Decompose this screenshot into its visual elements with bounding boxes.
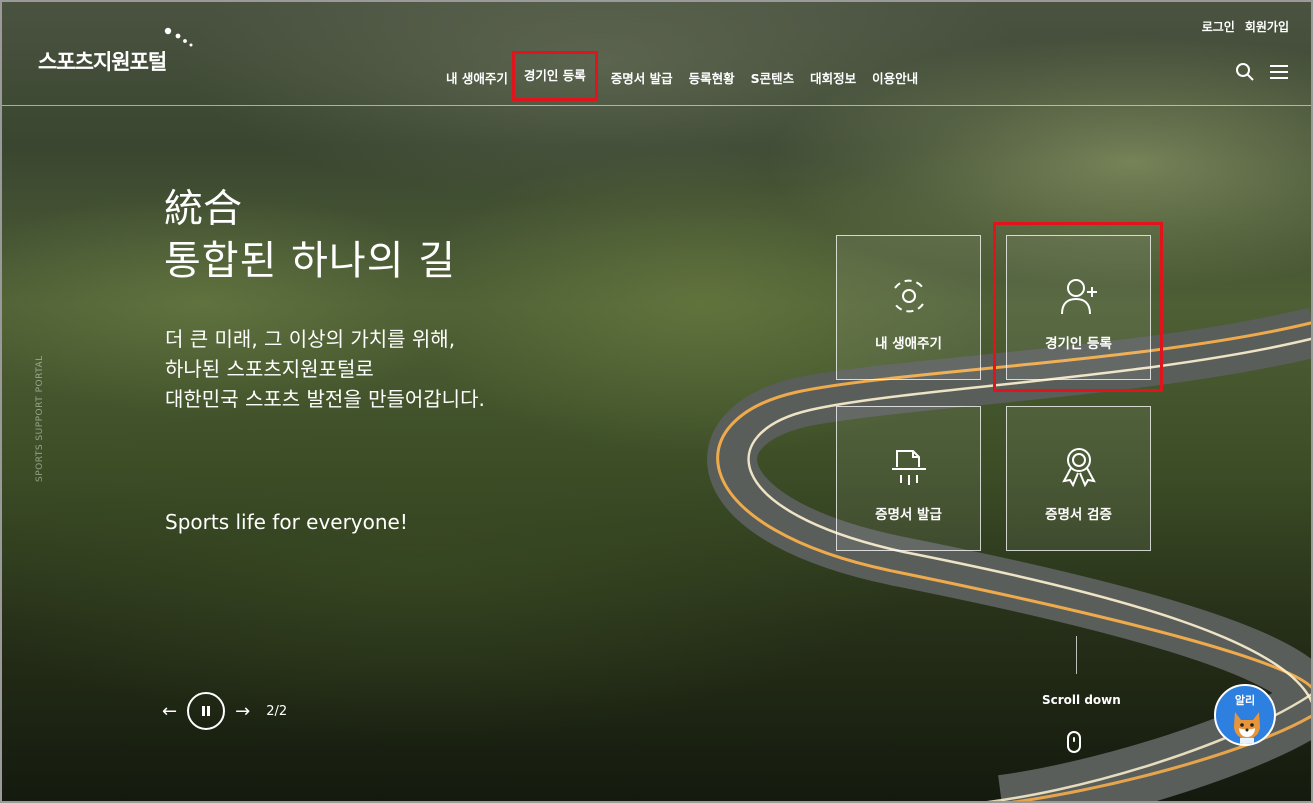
signup-link[interactable]: 회원가입 xyxy=(1245,18,1289,35)
tile-certificate-issue[interactable]: 증명서 발급 xyxy=(836,406,981,551)
hero-desc-line: 하나된 스포츠지원포털로 xyxy=(165,357,374,381)
prev-arrow-icon[interactable]: ← xyxy=(162,701,177,722)
tile-label: 경기인 등록 xyxy=(1045,336,1112,352)
award-icon xyxy=(1061,448,1096,488)
chatbot-button[interactable]: 알리 xyxy=(1214,684,1276,746)
top-links: 로그인 회원가입 xyxy=(1202,18,1289,35)
scroll-line xyxy=(1076,636,1077,674)
hero-slogan: Sports life for everyone! xyxy=(165,510,408,534)
tile-label: 내 생애주기 xyxy=(875,336,942,352)
user-add-icon xyxy=(1060,279,1097,315)
lifecycle-icon xyxy=(893,279,924,313)
nav-athlete-registration[interactable]: 경기인 등록 xyxy=(511,51,598,101)
tile-certificate-verify[interactable]: 증명서 검증 xyxy=(1006,406,1151,551)
slider-controls: ← → 2/2 xyxy=(162,692,287,730)
scroll-down-label[interactable]: Scroll down xyxy=(1042,693,1121,707)
menu-icon[interactable] xyxy=(1269,63,1289,81)
mascot-icon xyxy=(1234,712,1260,744)
slide-counter: 2/2 xyxy=(266,703,288,719)
nav-my-lifecycle[interactable]: 내 생애주기 xyxy=(446,68,508,98)
hero-title: 통합된 하나의 길 xyxy=(164,238,457,284)
header-icons xyxy=(1235,62,1289,82)
logo-dots-icon xyxy=(164,27,193,47)
header: 스포츠지원포털 로그인 회원가입 내 생애주기 경기인 등록 증명서 발급 등록… xyxy=(2,2,1311,106)
hero-desc-line: 대한민국 스포츠 발전을 만들어갑니다. xyxy=(165,387,485,411)
login-link[interactable]: 로그인 xyxy=(1202,18,1235,35)
nav-competition-info[interactable]: 대회정보 xyxy=(810,68,856,98)
chatbot-label: 알리 xyxy=(1234,694,1256,707)
hero-description: 더 큰 미래, 그 이상의 가치를 위해, 하나된 스포츠지원포털로 대한민국 … xyxy=(165,324,485,414)
nav-registration-status[interactable]: 등록현황 xyxy=(689,68,735,98)
pause-button[interactable] xyxy=(187,692,226,730)
hero-desc-line: 더 큰 미래, 그 이상의 가치를 위해, xyxy=(165,327,456,351)
nav-s-contents[interactable]: S콘텐츠 xyxy=(751,68,795,98)
tile-athlete-registration[interactable]: 경기인 등록 xyxy=(1006,235,1151,380)
site-logo[interactable]: 스포츠지원포털 xyxy=(38,46,167,76)
nav-usage-guide[interactable]: 이용안내 xyxy=(872,68,918,98)
tile-label: 증명서 발급 xyxy=(875,507,942,523)
main-nav: 내 생애주기 경기인 등록 증명서 발급 등록현황 S콘텐츠 대회정보 이용안내 xyxy=(446,51,934,101)
tile-my-lifecycle[interactable]: 내 생애주기 xyxy=(836,235,981,380)
nav-certificate-issue[interactable]: 증명서 발급 xyxy=(611,68,673,98)
screen: 스포츠지원포털 로그인 회원가입 내 생애주기 경기인 등록 증명서 발급 등록… xyxy=(0,0,1313,803)
search-icon[interactable] xyxy=(1235,62,1255,82)
logo-text: 스포츠지원포털 xyxy=(38,50,167,74)
hero-hanja: 統合 xyxy=(164,187,243,232)
mouse-icon[interactable] xyxy=(1067,731,1081,753)
tile-label: 증명서 검증 xyxy=(1045,507,1112,523)
side-vertical-text: SPORTS SUPPORT PORTAL xyxy=(35,355,45,482)
certificate-print-icon xyxy=(891,450,926,485)
next-arrow-icon[interactable]: → xyxy=(235,701,250,722)
pause-icon xyxy=(202,706,211,716)
